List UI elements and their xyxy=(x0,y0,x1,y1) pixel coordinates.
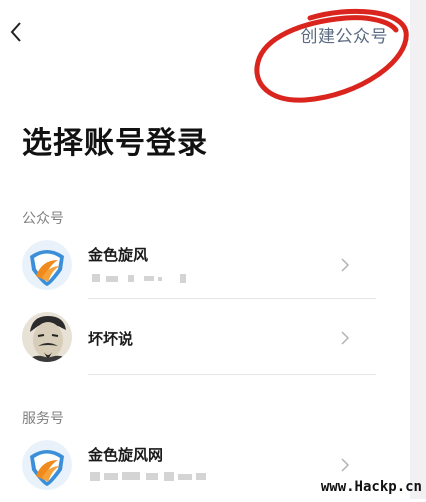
divider xyxy=(88,374,376,375)
golden-whirlwind-logo-icon xyxy=(22,240,72,290)
man-with-mustache-portrait-icon xyxy=(22,312,72,362)
account-row[interactable]: 坏坏说 xyxy=(0,302,400,372)
avatar xyxy=(22,240,72,290)
avatar xyxy=(22,312,72,362)
account-row[interactable]: 金色旋风 xyxy=(0,232,400,302)
chevron-right-icon xyxy=(341,258,350,272)
chevron-left-icon xyxy=(10,22,21,42)
page-title: 选择账号登录 xyxy=(22,126,208,161)
account-name: 坏坏说 xyxy=(88,330,134,348)
section-label-service-accounts: 服务号 xyxy=(22,411,64,427)
chevron-right-icon xyxy=(341,458,350,472)
avatar xyxy=(22,440,72,490)
create-official-account-link[interactable]: 创建公众号 xyxy=(301,22,389,47)
red-annotation-circle xyxy=(254,8,409,103)
divider xyxy=(88,298,376,299)
section-label-official-accounts: 公众号 xyxy=(22,211,64,227)
account-name: 金色旋风网 xyxy=(88,446,164,464)
chevron-right-icon xyxy=(341,331,350,345)
blurred-account-id xyxy=(92,274,186,283)
site-watermark: www.Hackp.cn xyxy=(320,479,422,495)
golden-whirlwind-logo-icon xyxy=(22,440,72,490)
back-button[interactable] xyxy=(6,18,28,46)
account-name: 金色旋风 xyxy=(88,246,149,264)
side-scroll-strip xyxy=(410,0,426,499)
blurred-account-id xyxy=(90,472,206,481)
